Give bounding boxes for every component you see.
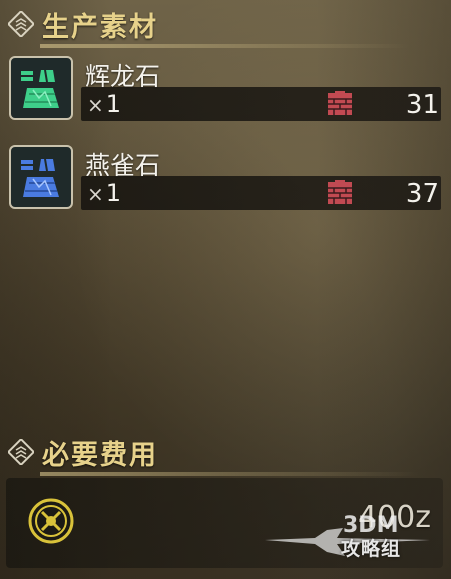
- materials-header: 生产素材: [8, 4, 158, 44]
- owned-count: 37: [405, 179, 439, 209]
- item-box-icon: [327, 91, 353, 117]
- watermark-text: 攻略组: [341, 538, 402, 560]
- zenny-coin-icon: [28, 498, 74, 544]
- material-row-bar: [81, 87, 441, 121]
- quantity-value: 1: [105, 90, 122, 118]
- material-quantity: ×1: [87, 179, 121, 207]
- quantity-multiplier: ×: [87, 182, 104, 206]
- material-item[interactable]: 燕雀石 ×1 37: [9, 145, 441, 215]
- owned-count: 31: [405, 90, 439, 120]
- blue-ore-icon: [9, 145, 73, 209]
- section-diamond-icon: [8, 11, 34, 37]
- fee-title: 必要费用: [42, 439, 158, 471]
- fee-header: 必要费用: [8, 432, 158, 472]
- quantity-multiplier: ×: [87, 93, 104, 117]
- quantity-value: 1: [105, 179, 122, 207]
- materials-title: 生产素材: [42, 11, 158, 43]
- item-box-icon: [327, 180, 353, 206]
- materials-underline: [40, 44, 410, 48]
- green-ore-icon: [9, 56, 73, 120]
- fee-underline: [40, 472, 420, 476]
- material-item[interactable]: 辉龙石 ×1 31: [9, 56, 441, 126]
- section-diamond-icon: [8, 439, 34, 465]
- material-quantity: ×1: [87, 90, 121, 118]
- material-row-bar: [81, 176, 441, 210]
